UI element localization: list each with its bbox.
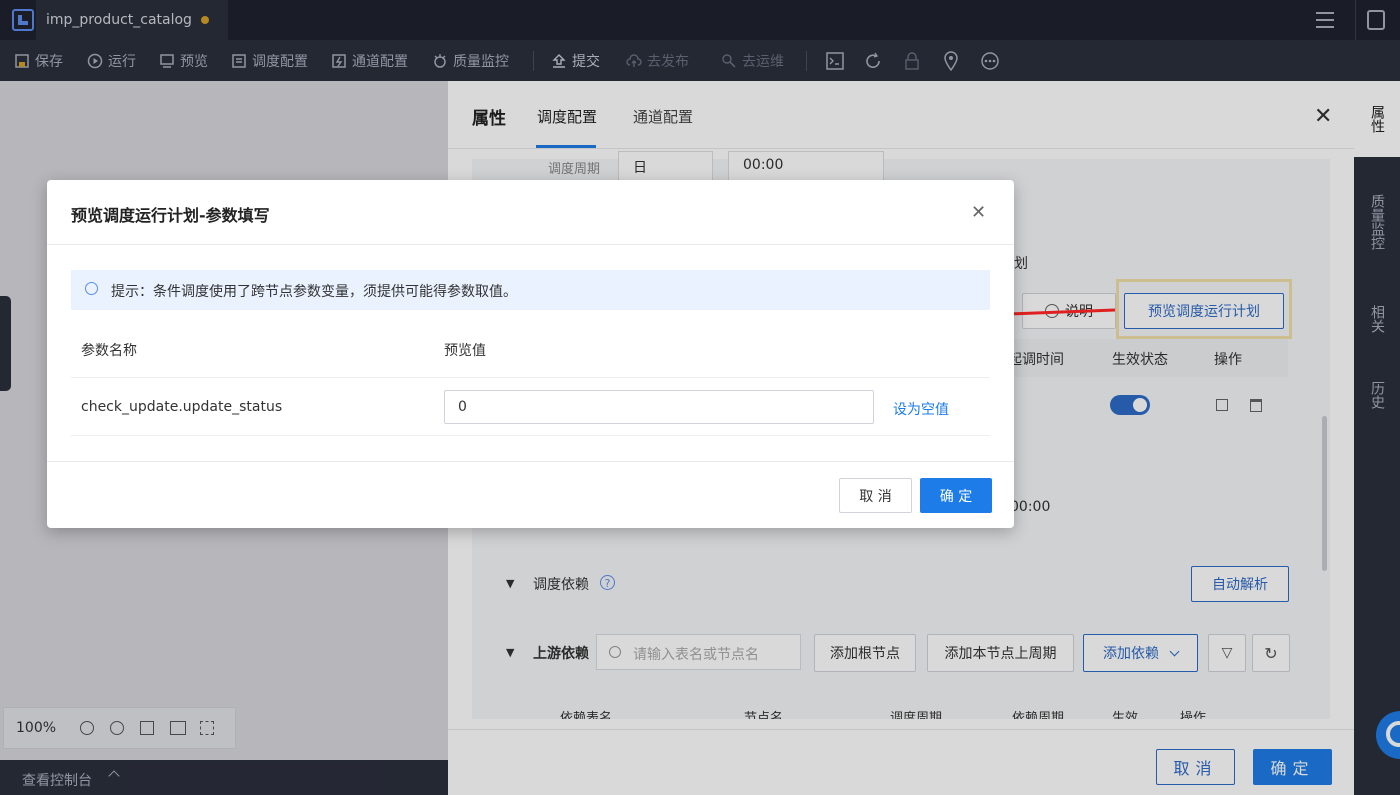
preview-params-dialog: 预览调度运行计划-参数填写 ✕ 提示：条件调度使用了跨节点参数变量，须提供可能得…	[47, 180, 1014, 528]
dialog-title: 预览调度运行计划-参数填写	[71, 206, 270, 225]
param-value-input[interactable]: 0	[444, 390, 874, 424]
param-name: check_update.update_status	[81, 399, 283, 415]
tip-banner: 提示：条件调度使用了跨节点参数变量，须提供可能得参数取值。	[71, 270, 990, 310]
param-row: check_update.update_status 0 设为空值	[71, 378, 990, 436]
dialog-cancel-button[interactable]: 取 消	[839, 478, 912, 513]
lightbulb-icon	[85, 282, 98, 295]
close-icon[interactable]: ✕	[971, 202, 986, 223]
param-table-header: 参数名称 预览值	[71, 320, 990, 378]
set-null-link[interactable]: 设为空值	[893, 399, 949, 419]
dialog-confirm-button[interactable]: 确 定	[920, 478, 992, 513]
